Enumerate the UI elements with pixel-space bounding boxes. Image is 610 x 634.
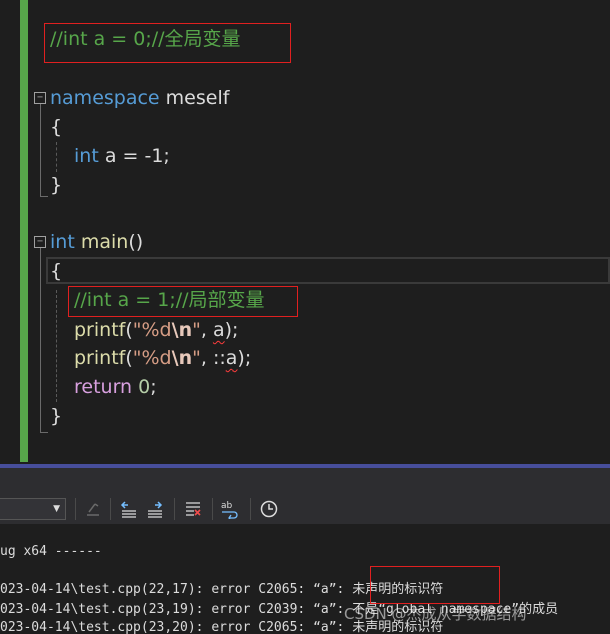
error-text: 023-04-14\test.cpp(23,20): error C2065: … xyxy=(0,620,353,634)
main-fold-guide xyxy=(40,248,41,432)
printf-line-1[interactable]: printf("%d\n", a); xyxy=(74,318,238,342)
change-tracking-bar xyxy=(20,0,28,462)
error-identifier-global-a[interactable]: a xyxy=(226,347,238,369)
main-indent-guide xyxy=(56,290,57,402)
highlight-box-error xyxy=(370,566,500,604)
format-string-end: " xyxy=(192,319,201,341)
watermark: CSDN @杰成从学数据结构 xyxy=(344,605,527,623)
show-timestamps-button[interactable] xyxy=(258,498,280,520)
arg-separator: , xyxy=(200,319,213,341)
find-message-button[interactable] xyxy=(82,498,104,520)
namespace-indent-guide xyxy=(56,142,57,172)
namespace-open-brace: { xyxy=(50,116,63,138)
output-text-area[interactable]: ug x64 ------ 023-04-14\test.cpp(22,17):… xyxy=(0,524,610,634)
global-variable-comment[interactable]: //int a = 0;//全局变量 xyxy=(50,27,241,51)
word-wrap-icon: ab xyxy=(221,501,238,519)
toolbar-divider xyxy=(174,498,175,520)
output-toolbar: ▼ ab xyxy=(0,468,610,524)
main-fold-guide-end xyxy=(40,432,48,433)
statement-end: ); xyxy=(237,347,252,369)
namespace-name: meself xyxy=(165,87,230,109)
namespace-close-brace: } xyxy=(50,174,63,196)
error-text: 023-04-14\test.cpp(22,17): error C2065: … xyxy=(0,582,353,597)
local-variable-comment[interactable]: //int a = 1;//局部变量 xyxy=(74,288,265,312)
namespace-keyword: namespace xyxy=(50,87,160,109)
find-message-icon xyxy=(87,503,99,516)
next-message-button[interactable] xyxy=(144,498,166,520)
escape-sequence: \n xyxy=(171,347,193,369)
statement-end: ); xyxy=(224,319,239,341)
main-parens: () xyxy=(128,231,144,253)
chevron-down-icon: ▼ xyxy=(53,504,60,514)
arg-separator: , xyxy=(200,347,213,369)
go-to-previous-message-icon xyxy=(120,501,136,518)
namespace-declaration[interactable]: namespace meself xyxy=(50,86,229,110)
svg-text:ab: ab xyxy=(221,501,233,511)
output-panel: ▼ ab ug x64 ------ 023-04-14\test.cpp(22… xyxy=(0,468,610,634)
collapse-namespace-icon[interactable]: − xyxy=(34,92,46,104)
escape-sequence: \n xyxy=(171,319,193,341)
return-keyword: return xyxy=(74,376,133,398)
return-value: 0 xyxy=(138,376,151,398)
toolbar-divider xyxy=(110,498,111,520)
format-string-end: " xyxy=(192,347,201,369)
namespace-fold-guide-end xyxy=(40,196,48,197)
namespace-fold-guide xyxy=(40,104,41,196)
code-editor[interactable]: //int a = 0;//全局变量 − namespace meself { … xyxy=(0,0,610,466)
build-header-line: ug x64 ------ xyxy=(0,544,102,559)
format-string-start: "%d xyxy=(132,319,172,341)
toolbar-divider xyxy=(212,498,213,520)
clear-all-icon xyxy=(186,502,201,516)
main-declaration[interactable]: int main() xyxy=(50,230,143,254)
previous-message-button[interactable] xyxy=(118,498,140,520)
printf-line-2[interactable]: printf("%d\n", ::a); xyxy=(74,346,251,370)
error-identifier-a[interactable]: a xyxy=(213,319,225,341)
collapse-main-icon[interactable]: − xyxy=(34,236,46,248)
clock-icon xyxy=(260,500,278,518)
toggle-word-wrap-button[interactable]: ab xyxy=(220,498,242,520)
output-source-dropdown[interactable]: ▼ xyxy=(0,498,66,520)
main-open-brace: { xyxy=(50,260,63,282)
main-function-name: main xyxy=(80,231,129,253)
open-paren: ( xyxy=(125,319,133,341)
printf-function: printf xyxy=(74,347,126,369)
format-string-start: "%d xyxy=(132,347,172,369)
return-line[interactable]: return 0; xyxy=(74,375,157,399)
toolbar-divider xyxy=(75,498,76,520)
go-to-next-message-icon xyxy=(148,501,163,518)
namespace-variable-decl: a = -1; xyxy=(98,145,170,167)
scope-operator: :: xyxy=(212,347,226,369)
open-paren: ( xyxy=(125,347,133,369)
namespace-variable-line[interactable]: int a = -1; xyxy=(74,144,170,168)
main-close-brace: } xyxy=(50,405,63,427)
main-int-keyword: int xyxy=(50,231,75,253)
statement-end: ; xyxy=(150,376,157,398)
toolbar-divider xyxy=(250,498,251,520)
printf-function: printf xyxy=(74,319,126,341)
clear-all-button[interactable] xyxy=(182,498,204,520)
current-line-highlight xyxy=(46,257,610,284)
int-keyword: int xyxy=(74,145,99,167)
